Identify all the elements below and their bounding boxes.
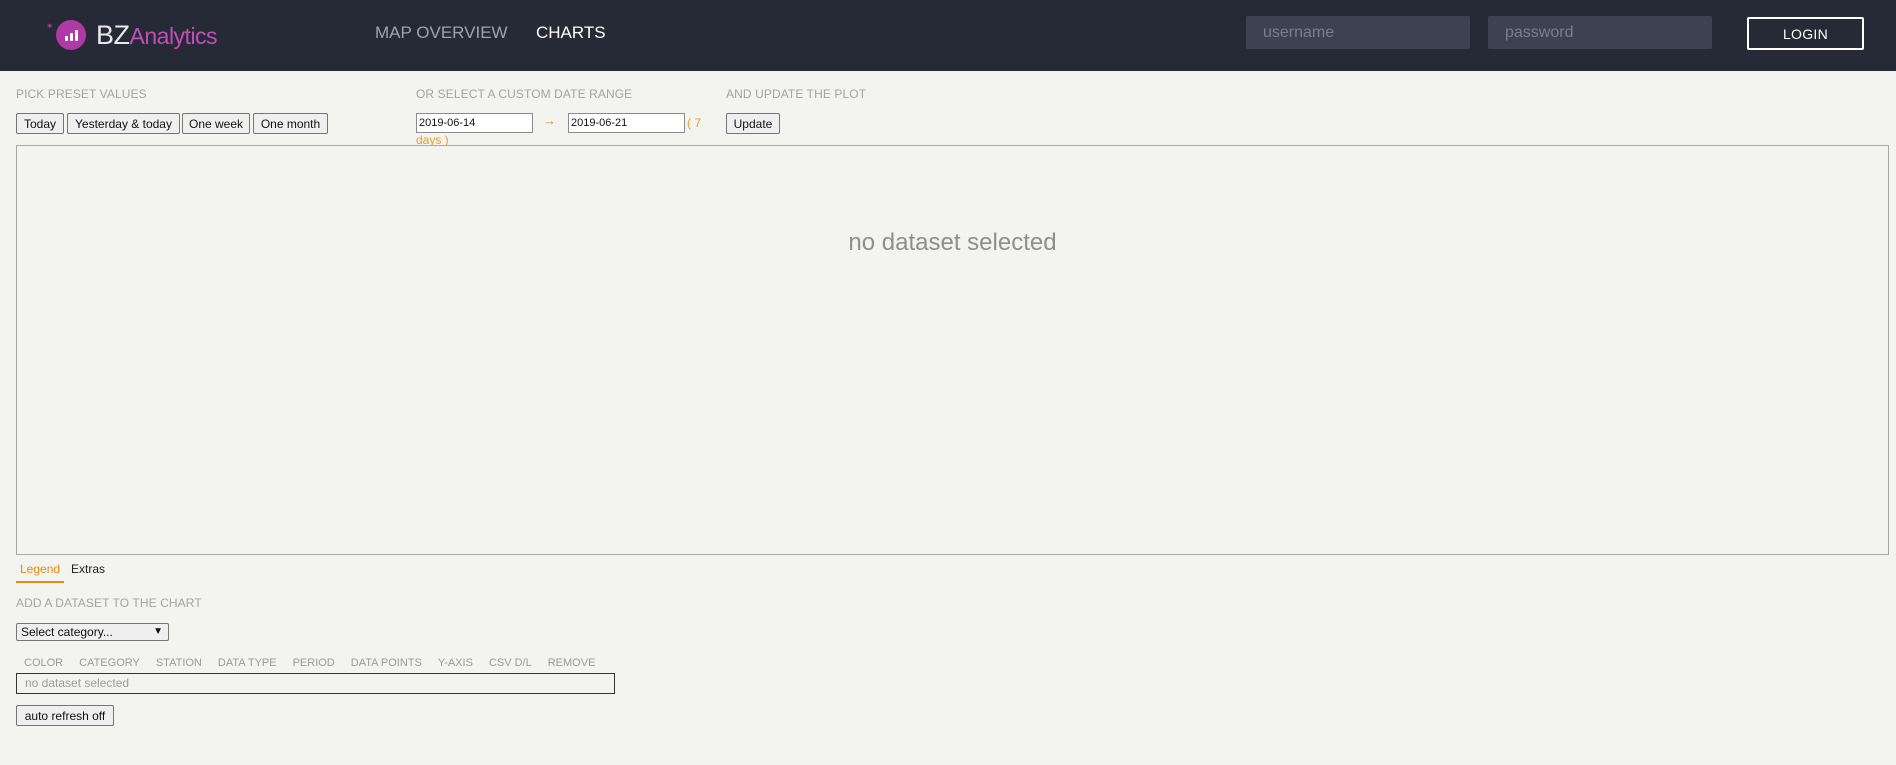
update-button[interactable]: Update (726, 113, 780, 134)
column-header: REMOVE (547, 657, 596, 669)
column-header: Y-AXIS (437, 657, 473, 669)
chart-empty-message: no dataset selected (848, 229, 1057, 256)
tab-extras[interactable]: Extras (71, 562, 105, 577)
add-dataset-label: ADD A DATASET TO THE CHART (16, 596, 202, 610)
column-header: DATA POINTS (350, 657, 422, 669)
preset-one-week-button[interactable]: One week (182, 113, 250, 134)
column-header: PERIOD (292, 657, 335, 669)
category-select[interactable]: Select category... ▼ (16, 623, 169, 641)
top-navigation-bar: ✶ BZAnalytics MAP OVERVIEW CHARTS LOGIN (0, 0, 1896, 71)
category-select-value: Select category... (21, 625, 113, 639)
brand-bz: BZ (96, 19, 130, 50)
password-input[interactable] (1488, 16, 1712, 49)
nav-map-overview[interactable]: MAP OVERVIEW (375, 22, 508, 44)
date-to-input[interactable] (568, 113, 685, 133)
preset-yesterday-today-button[interactable]: Yesterday & today (67, 113, 180, 134)
column-header: DATA TYPE (217, 657, 277, 669)
arrow-right-icon: → (543, 113, 556, 128)
brand-name: BZAnalytics (96, 18, 218, 53)
chart-area[interactable]: no dataset selected (16, 145, 1889, 555)
nav-charts[interactable]: CHARTS (536, 22, 606, 44)
bar-chart-icon: ✶ (46, 18, 88, 52)
preset-section-label: PICK PRESET VALUES (16, 87, 147, 101)
login-button[interactable]: LOGIN (1747, 17, 1864, 50)
column-header: COLOR (24, 657, 64, 669)
preset-one-month-button[interactable]: One month (253, 113, 328, 134)
column-header: CATEGORY (79, 657, 140, 669)
date-from-input[interactable] (416, 113, 533, 133)
auto-refresh-button[interactable]: auto refresh off (16, 705, 114, 726)
update-section-label: AND UPDATE THE PLOT (726, 87, 867, 101)
username-input[interactable] (1246, 16, 1470, 49)
caret-down-icon: ▼ (153, 626, 163, 637)
dataset-table-header: COLOR CATEGORY STATION DATA TYPE PERIOD … (24, 657, 611, 669)
brand-analytics: Analytics (129, 22, 218, 49)
preset-today-button[interactable]: Today (16, 113, 64, 134)
tab-legend[interactable]: Legend (16, 562, 65, 583)
column-header: CSV D/L (488, 657, 532, 669)
column-header: STATION (155, 657, 202, 669)
brand-logo[interactable]: ✶ BZAnalytics (46, 18, 218, 53)
custom-range-label: OR SELECT A CUSTOM DATE RANGE (416, 87, 633, 101)
dataset-table-empty-row: no dataset selected (16, 673, 615, 694)
